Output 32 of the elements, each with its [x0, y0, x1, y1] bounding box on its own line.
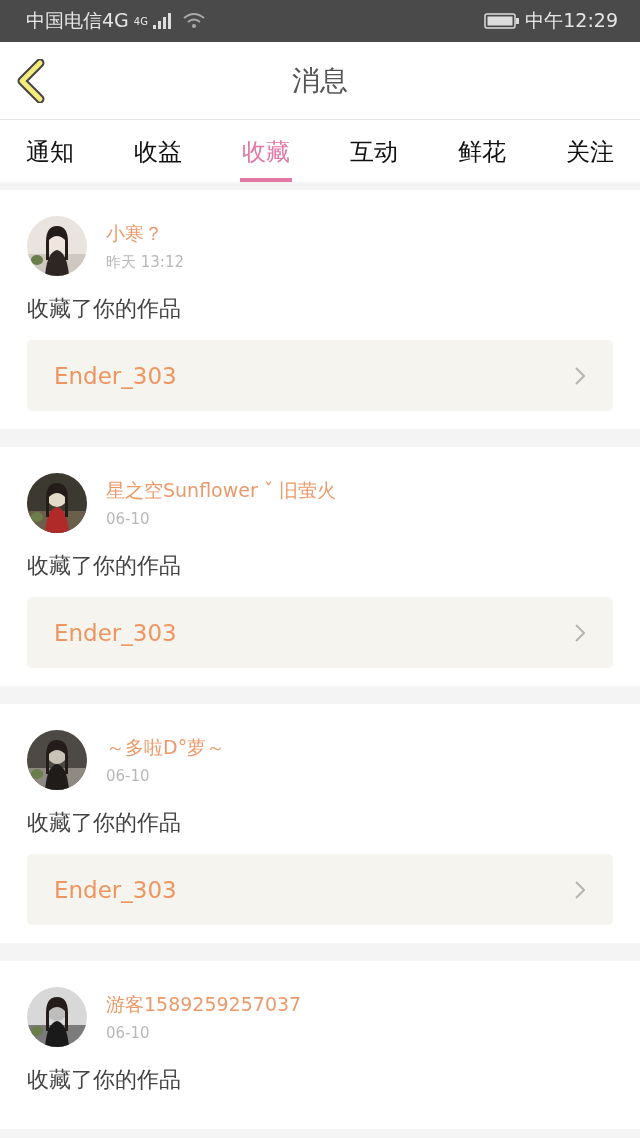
tab[interactable]: 鲜花 — [456, 126, 508, 182]
work-link[interactable]: Ender_303 — [27, 597, 613, 668]
clock-label: 中午12:29 — [525, 8, 618, 33]
work-link[interactable]: Ender_303 — [27, 340, 613, 411]
tab[interactable]: 收益 — [132, 126, 184, 182]
tab[interactable]: 互动 — [348, 126, 400, 182]
back-button[interactable] — [16, 58, 46, 103]
user-name[interactable]: 星之空Sunflower ˇ 旧萤火 — [106, 478, 337, 504]
user-name[interactable]: 小寒？ — [106, 220, 184, 247]
work-link[interactable]: Ender_303 — [27, 854, 613, 925]
signal-icon — [152, 13, 173, 29]
message-text: 收藏了你的作品 — [27, 295, 182, 323]
user-name[interactable]: 游客1589259257037 — [106, 992, 302, 1018]
message-time: 昨天 13:12 — [106, 252, 184, 272]
tab[interactable]: 关注 — [564, 126, 616, 182]
user-name[interactable]: ～多啦D°萝～ — [106, 735, 226, 761]
tab[interactable]: 收藏 — [240, 126, 292, 182]
tab[interactable]: 通知 — [24, 126, 76, 182]
chevron-right-icon — [575, 623, 585, 642]
message-time: 06-10 — [106, 767, 151, 785]
message-text: 收藏了你的作品 — [27, 552, 182, 580]
battery-icon — [484, 13, 521, 29]
message-time: 06-10 — [106, 510, 151, 528]
wifi-icon — [181, 12, 206, 30]
message-text: 收藏了你的作品 — [27, 809, 182, 837]
chevron-right-icon — [575, 366, 585, 385]
message-text: 收藏了你的作品 — [27, 1066, 182, 1094]
chevron-right-icon — [575, 880, 585, 899]
network-label: 4G — [133, 16, 148, 27]
message-time: 06-10 — [106, 1024, 151, 1042]
page-title: 消息 — [292, 62, 348, 99]
carrier-label: 中国电信4G — [26, 8, 129, 33]
